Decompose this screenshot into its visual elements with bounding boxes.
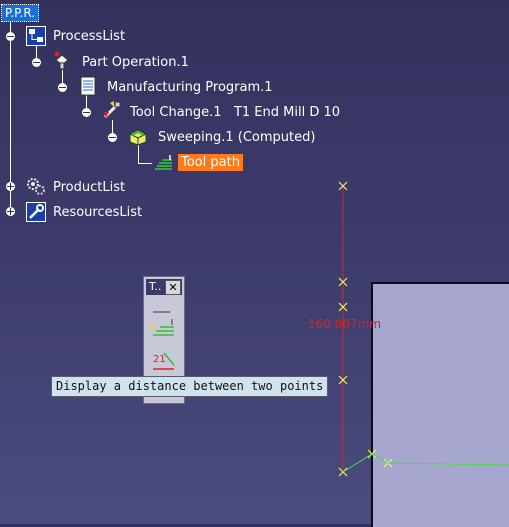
toolbar-title: T.. [149,280,162,293]
point-to-point-distance-button[interactable] [150,315,178,341]
toolbar-close-button[interactable]: ✕ [165,280,181,295]
distance-measurement-label: 160.007mm [308,317,382,331]
tool-path-curve [342,453,509,473]
3d-viewport[interactable]: P.P.R. ProcessList Part Operation.1 Manu… [0,0,509,527]
toolbar-title-bar[interactable]: T.. ✕ [146,279,182,295]
tooltip: Display a distance between two points [51,376,329,397]
point-to-point-distance-icon [152,319,174,336]
svg-text:21: 21 [153,354,166,365]
display-distance-icon: 21 [153,352,175,370]
display-distance-button[interactable]: 21 [150,347,178,373]
measurement-overlay [338,181,509,477]
